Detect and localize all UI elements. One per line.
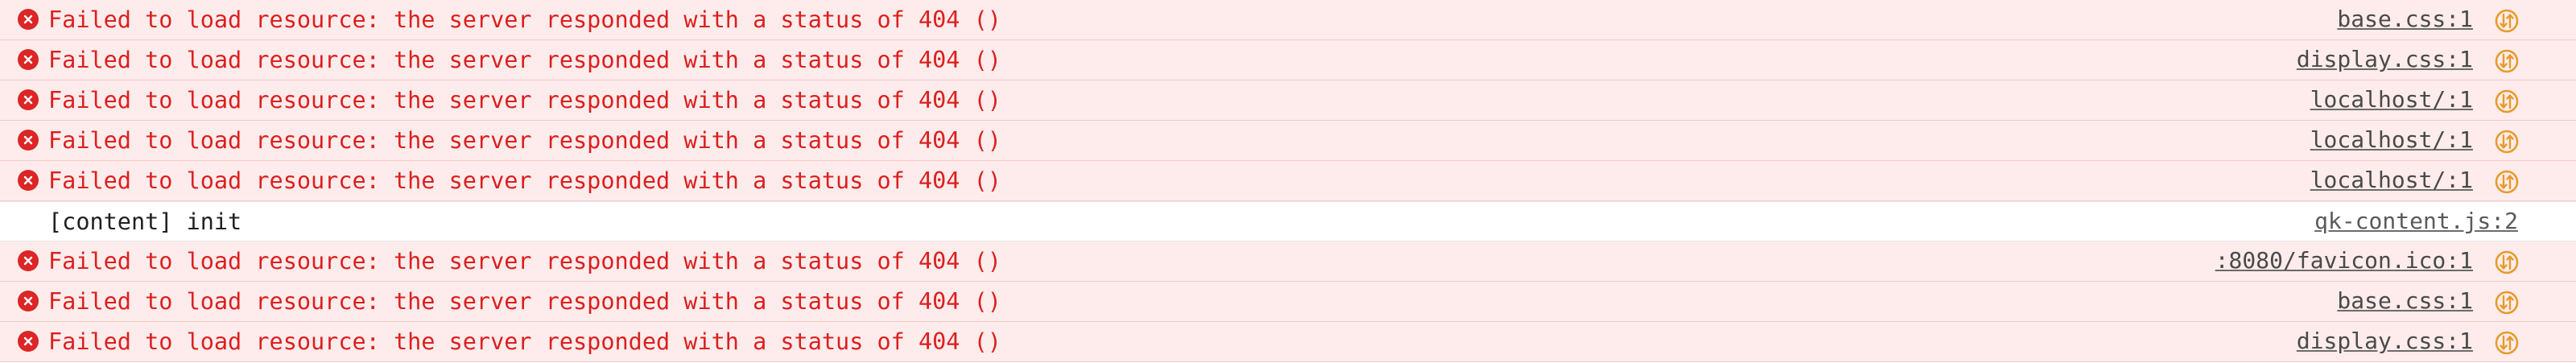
source-link[interactable]: qk-content.js:2 xyxy=(2314,202,2518,242)
source-link[interactable]: base.css:1 xyxy=(2337,282,2473,322)
console-message-text: Failed to load resource: the server resp… xyxy=(48,328,1001,355)
console-message-row: Failed to load resource: the server resp… xyxy=(0,241,2576,282)
console-message-row: Failed to load resource: the server resp… xyxy=(0,161,2576,201)
console-message-text: Failed to load resource: the server resp… xyxy=(48,87,1001,113)
error-x-circle-icon xyxy=(18,49,39,70)
error-x-circle-icon xyxy=(18,89,39,110)
console-message-text: Failed to load resource: the server resp… xyxy=(48,288,1001,315)
console-message-row: [content] init qk-content.js:2 xyxy=(0,201,2576,241)
console-message-row: Failed to load resource: the server resp… xyxy=(0,80,2576,121)
console-message-row: Failed to load resource: the server resp… xyxy=(0,322,2576,362)
source-link[interactable]: :8080/favicon.ico:1 xyxy=(2215,241,2473,282)
console-message-text: Failed to load resource: the server resp… xyxy=(48,248,1001,274)
network-request-icon[interactable] xyxy=(2494,330,2520,356)
console-message-text: [content] init xyxy=(48,208,242,235)
network-request-icon[interactable] xyxy=(2494,290,2520,316)
network-request-icon[interactable] xyxy=(2494,89,2520,114)
network-request-icon[interactable] xyxy=(2494,129,2520,155)
console-message-text: Failed to load resource: the server resp… xyxy=(48,127,1001,154)
error-x-circle-icon xyxy=(18,170,39,191)
console-log-list: Failed to load resource: the server resp… xyxy=(0,0,2576,363)
console-message-row: Failed to load resource: the server resp… xyxy=(0,282,2576,322)
error-x-circle-icon xyxy=(18,291,39,311)
source-link[interactable]: localhost/:1 xyxy=(2310,161,2473,201)
network-request-icon[interactable] xyxy=(2494,48,2520,74)
error-x-circle-icon xyxy=(18,331,39,352)
network-request-icon[interactable] xyxy=(2494,8,2520,34)
error-x-circle-icon xyxy=(18,9,39,30)
console-message-row: Failed to load resource: the server resp… xyxy=(0,121,2576,161)
network-request-icon[interactable] xyxy=(2494,250,2520,275)
console-message-row: Failed to load resource: the server resp… xyxy=(0,0,2576,40)
console-message-text: Failed to load resource: the server resp… xyxy=(48,6,1001,33)
error-x-circle-icon xyxy=(18,250,39,271)
source-link[interactable]: localhost/:1 xyxy=(2310,80,2473,121)
source-link[interactable]: base.css:1 xyxy=(2337,0,2473,40)
network-request-icon[interactable] xyxy=(2494,169,2520,195)
console-message-text: Failed to load resource: the server resp… xyxy=(48,47,1001,73)
source-link[interactable]: display.css:1 xyxy=(2297,40,2473,80)
console-message-text: Failed to load resource: the server resp… xyxy=(48,167,1001,194)
error-x-circle-icon xyxy=(18,130,39,151)
source-link[interactable]: display.css:1 xyxy=(2297,322,2473,362)
source-link[interactable]: localhost/:1 xyxy=(2310,121,2473,161)
console-message-row: Failed to load resource: the server resp… xyxy=(0,40,2576,80)
